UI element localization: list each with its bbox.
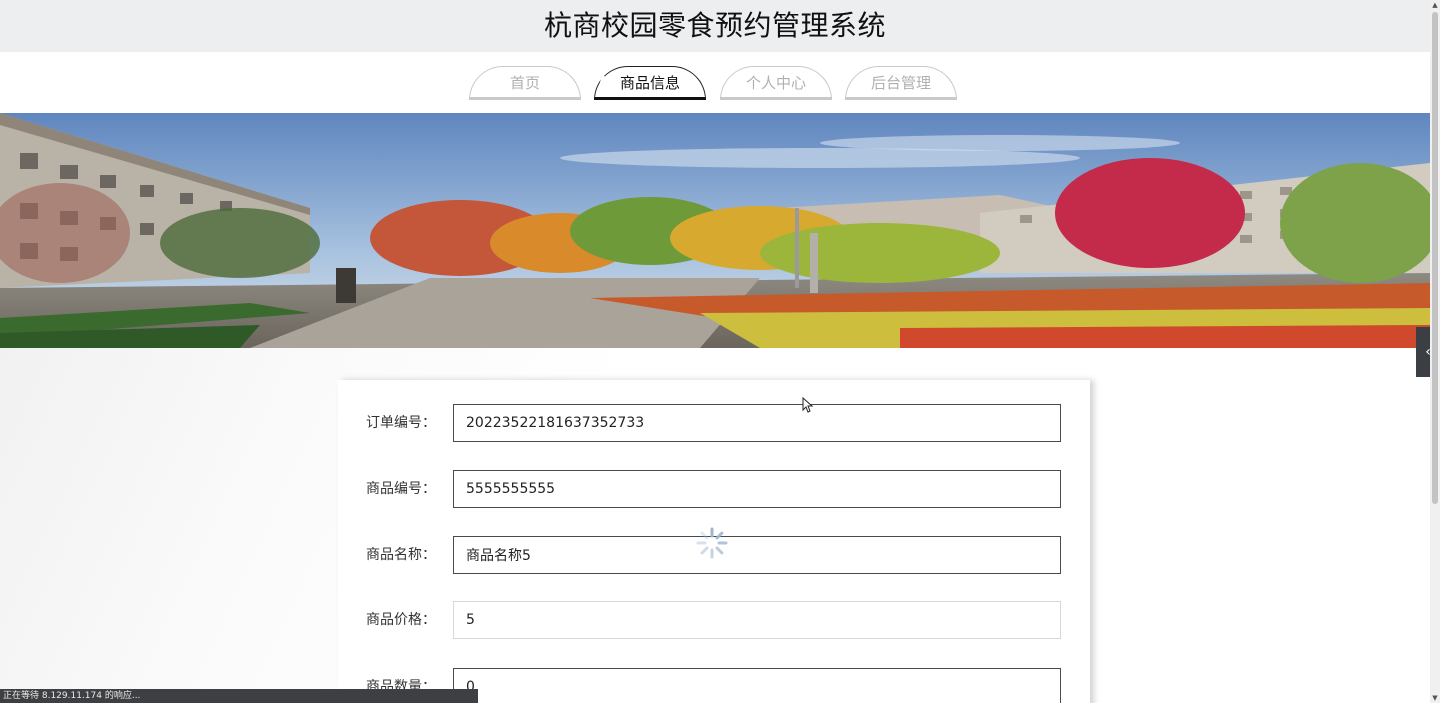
- product-number-input[interactable]: [453, 470, 1061, 508]
- main-nav: 首页 商品信息 个人中心 后台管理: [0, 52, 1430, 113]
- nav-tab-products[interactable]: 商品信息: [594, 66, 706, 100]
- order-number-input[interactable]: [453, 404, 1061, 442]
- product-number-label: 商品编号：: [366, 481, 436, 497]
- loading-spinner-icon: [695, 526, 729, 560]
- nav-tab-home[interactable]: 首页: [469, 66, 581, 100]
- form-row-product-number: 商品编号：: [338, 470, 1090, 508]
- nav-tab-personal-center[interactable]: 个人中心: [720, 66, 832, 100]
- scrollbar-thumb[interactable]: [1432, 12, 1438, 504]
- product-name-input[interactable]: [453, 536, 1061, 574]
- browser-status-bar: 正在等待 8.129.11.174 的响应...: [0, 689, 478, 703]
- product-name-label: 商品名称：: [366, 547, 436, 563]
- scroll-down-arrow-icon[interactable]: ▼: [1430, 693, 1440, 703]
- site-header: 杭商校园零食预约管理系统: [0, 0, 1430, 52]
- order-number-label: 订单编号：: [366, 415, 436, 431]
- site-title: 杭商校园零食预约管理系统: [543, 9, 886, 42]
- product-price-input[interactable]: [453, 601, 1061, 639]
- vertical-scrollbar[interactable]: ▲ ▼: [1430, 0, 1440, 703]
- nav-tab-admin[interactable]: 后台管理: [845, 66, 957, 100]
- form-row-order-number: 订单编号：: [338, 404, 1090, 442]
- product-price-label: 商品价格：: [366, 612, 436, 628]
- scroll-up-arrow-icon[interactable]: ▲: [1430, 0, 1440, 10]
- product-quantity-input[interactable]: [453, 668, 1061, 703]
- mouse-cursor-icon: [802, 396, 814, 413]
- form-row-product-price: 商品价格：: [338, 601, 1090, 639]
- campus-banner-image: [0, 113, 1430, 348]
- browser-viewport: 杭商校园零食预约管理系统 首页 商品信息 个人中心 后台管理 订单编号： 202…: [0, 0, 1440, 703]
